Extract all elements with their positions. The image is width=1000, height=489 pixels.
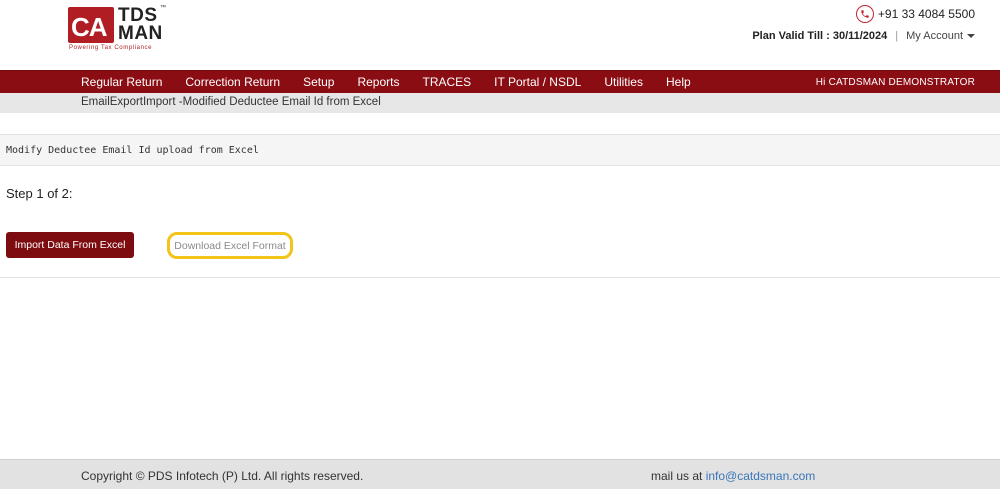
my-account-dropdown[interactable]: My Account [906,30,975,42]
nav-utilities[interactable]: Utilities [604,71,643,94]
section-title: Modify Deductee Email Id upload from Exc… [6,145,259,156]
nav-reports[interactable]: Reports [357,71,399,94]
import-data-from-excel-button[interactable]: Import Data From Excel [6,232,134,258]
caret-down-icon [967,34,975,38]
main-nav: Regular Return Correction Return Setup R… [0,70,1000,93]
footer: Copyright © PDS Infotech (P) Ltd. All ri… [0,459,1000,489]
breadcrumb: EmailExportImport -Modified Deductee Ema… [0,93,1000,113]
nav-setup[interactable]: Setup [303,71,334,94]
content-divider [0,277,1000,278]
plan-row: Plan Valid Till : 30/11/2024 | My Accoun… [752,30,975,42]
logo-tagline: Powering Tax Compliance [69,45,153,51]
header: CA TDS MAN ™ Powering Tax Compliance +91… [0,0,1000,70]
logo-trademark: ™ [160,5,166,11]
download-excel-format-label: Download Excel Format [174,239,286,252]
nav-traces[interactable]: TRACES [422,71,471,94]
my-account-label: My Account [906,30,963,42]
logo-man-text: MAN [118,23,163,44]
phone-number: +91 33 4084 5500 [877,7,975,21]
step-label: Step 1 of 2: [6,186,73,201]
breadcrumb-text: EmailExportImport -Modified Deductee Ema… [81,96,381,108]
mail-contact: mail us at info@catdsman.com [651,469,815,483]
mail-link[interactable]: info@catdsman.com [706,469,816,483]
user-greeting[interactable]: Hi CATDSMAN DEMONSTRATOR [816,71,975,94]
logo-mark: CA [68,7,114,43]
copyright-text: Copyright © PDS Infotech (P) Ltd. All ri… [81,469,364,483]
download-excel-format-link[interactable]: Download Excel Format [167,232,293,259]
mail-prefix: mail us at [651,469,706,483]
header-separator: | [895,30,899,42]
nav-help[interactable]: Help [666,71,691,94]
plan-valid-till: Plan Valid Till : 30/11/2024 [752,30,888,42]
nav-it-portal-nsdl[interactable]: IT Portal / NSDL [494,71,581,94]
section-header: Modify Deductee Email Id upload from Exc… [0,134,1000,166]
nav-regular-return[interactable]: Regular Return [81,71,162,94]
tdsman-logo[interactable]: CA TDS MAN ™ Powering Tax Compliance [68,5,168,53]
phone-contact: +91 33 4084 5500 [855,5,975,23]
nav-correction-return[interactable]: Correction Return [185,71,280,94]
logo-ca-text: CA [71,12,108,42]
phone-icon [855,5,874,23]
